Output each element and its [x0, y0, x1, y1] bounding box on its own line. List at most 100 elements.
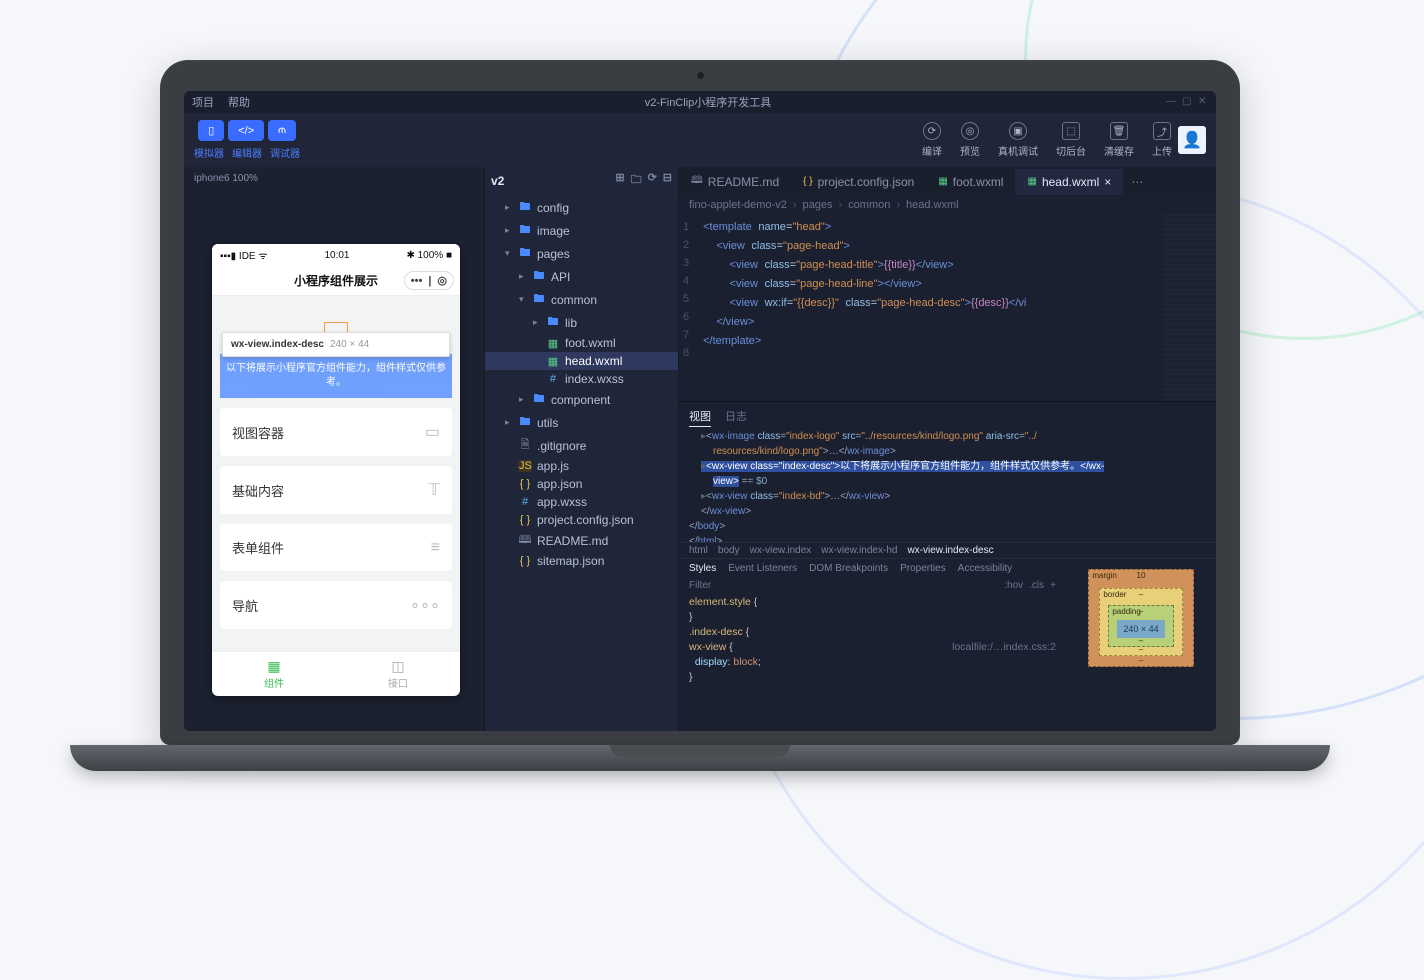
- phone-body[interactable]: wx-view.index-desc 240 × 44 以下将展示小程序官方组件…: [212, 296, 460, 651]
- tabbar-item[interactable]: ▦组件: [212, 652, 336, 696]
- maximize-icon[interactable]: ▢: [1182, 97, 1192, 107]
- breadcrumb-item[interactable]: fino-applet-demo-v2: [689, 199, 787, 211]
- css-rule[interactable]: .index-desc {</span><br>&nbsp;&nbsp;<spa…: [689, 625, 1056, 640]
- dom-line[interactable]: </html>: [689, 534, 1206, 542]
- menu-help[interactable]: 帮助: [228, 94, 250, 110]
- tab-close-icon[interactable]: ×: [1104, 175, 1111, 189]
- editor-tabs-more-icon[interactable]: ⋯: [1123, 175, 1151, 189]
- menu-project[interactable]: 项目: [192, 94, 214, 110]
- capsule-menu-icon[interactable]: •••: [411, 275, 423, 287]
- dom-crumb[interactable]: html: [689, 545, 708, 556]
- tree-file[interactable]: #index.wxss: [485, 370, 678, 388]
- tree-folder[interactable]: ▾🖿pages: [485, 242, 678, 265]
- tree-file[interactable]: 🕮README.md: [485, 529, 678, 552]
- close-icon[interactable]: ✕: [1198, 97, 1208, 107]
- list-item-label: 视图容器: [232, 423, 284, 442]
- minimap[interactable]: [1164, 214, 1216, 401]
- breadcrumb[interactable]: fino-applet-demo-v2›pages›common›head.wx…: [679, 196, 1216, 214]
- tree-folder[interactable]: ▸🖿API: [485, 265, 678, 288]
- new-folder-icon[interactable]: 🗀: [631, 171, 642, 190]
- simulator-panel: iphone6 100% ▪▪▪▮ IDE ᯤ 10:01 ✱ 100% ■ 小…: [184, 167, 484, 731]
- dom-line[interactable]: ▸<wx-view class="index-desc">以下将展示小程序官方组…: [689, 459, 1206, 474]
- toolbar-action-1[interactable]: ◎预览: [960, 122, 980, 158]
- editor-tab[interactable]: 🕮README.md: [679, 167, 791, 196]
- tree-folder[interactable]: ▸🖿utils: [485, 411, 678, 434]
- breadcrumb-item[interactable]: common: [848, 199, 890, 211]
- mode-simulator-button[interactable]: ▯: [198, 120, 224, 141]
- dom-line[interactable]: ▸<wx-view class="index-bd">…</wx-view>: [689, 489, 1206, 504]
- styles-tab[interactable]: DOM Breakpoints: [809, 563, 888, 574]
- dom-crumbs[interactable]: html body wx-view.index wx-view.index-hd wx-…: [679, 542, 1216, 558]
- new-file-icon[interactable]: ⊞: [615, 171, 624, 190]
- toolbar-action-icon: ⤴: [1153, 122, 1171, 140]
- tree-file[interactable]: #app.wxss: [485, 493, 678, 511]
- list-item[interactable]: 基础内容𝕋: [220, 466, 452, 514]
- devtools-tab-view[interactable]: 视图: [689, 406, 711, 427]
- refresh-icon[interactable]: ⟳: [648, 171, 657, 190]
- tree-file[interactable]: { }project.config.json: [485, 511, 678, 529]
- window-title: v2-FinClip小程序开发工具: [645, 94, 772, 110]
- dom-crumb[interactable]: wx-view.index: [750, 545, 812, 556]
- tree-file[interactable]: { }app.json: [485, 475, 678, 493]
- filter-opt[interactable]: :hov: [1004, 580, 1023, 591]
- tree-folder[interactable]: ▸🖿component: [485, 388, 678, 411]
- editor-tab[interactable]: ▦foot.wxml: [926, 169, 1015, 195]
- dom-line[interactable]: resources/kind/logo.png">…</wx-image>: [689, 444, 1206, 459]
- list-item[interactable]: 导航∘∘∘: [220, 581, 452, 629]
- collapse-icon[interactable]: ⊟: [663, 171, 672, 190]
- devtools-tab-log[interactable]: 日志: [725, 406, 747, 427]
- tree-folder[interactable]: ▸🖿config: [485, 196, 678, 219]
- filter-opt[interactable]: +: [1050, 580, 1056, 591]
- editor-tab[interactable]: { }project.config.json: [791, 169, 926, 195]
- tree-file[interactable]: ▦head.wxml: [485, 352, 678, 370]
- dom-line[interactable]: ▸<wx-image class="index-logo" src="../re…: [689, 429, 1206, 444]
- filter-opt[interactable]: .cls: [1029, 580, 1044, 591]
- simulator-phone[interactable]: ▪▪▪▮ IDE ᯤ 10:01 ✱ 100% ■ 小程序组件展示 ••• | …: [212, 244, 460, 696]
- list-item[interactable]: 表单组件≡: [220, 524, 452, 571]
- minimize-icon[interactable]: —: [1166, 97, 1176, 107]
- editor-tab[interactable]: ▦head.wxml×: [1015, 169, 1123, 195]
- styles-tab[interactable]: Event Listeners: [728, 563, 797, 574]
- dom-crumb[interactable]: wx-view.index-desc: [907, 545, 993, 556]
- tree-file[interactable]: JSapp.js: [485, 457, 678, 475]
- dom-tree[interactable]: ▸<wx-image class="index-logo" src="../re…: [679, 427, 1216, 542]
- code-editor[interactable]: <template name="head"> <view class="page…: [697, 214, 1164, 401]
- mode-editor-button[interactable]: </>: [228, 120, 264, 141]
- avatar[interactable]: 👤: [1178, 126, 1206, 154]
- tree-folder[interactable]: ▾🖿common: [485, 288, 678, 311]
- breadcrumb-item[interactable]: head.wxml: [906, 199, 959, 211]
- list-item-label: 导航: [232, 596, 258, 615]
- file-icon: #: [518, 496, 532, 508]
- dom-line[interactable]: view> == $0: [689, 474, 1206, 489]
- dom-line[interactable]: </body>: [689, 519, 1206, 534]
- dom-line[interactable]: </wx-view>: [689, 504, 1206, 519]
- styles-tab[interactable]: Properties: [900, 563, 946, 574]
- toolbar-action-0[interactable]: ⟳编译: [922, 122, 942, 158]
- styles-tab[interactable]: Accessibility: [958, 563, 1012, 574]
- dom-crumb[interactable]: body: [718, 545, 740, 556]
- file-tree[interactable]: ▸🖿config▸🖿image▾🖿pages▸🖿API▾🖿common▸🖿lib…: [485, 194, 678, 731]
- list-item-icon: 𝕋: [429, 480, 440, 500]
- breadcrumb-item[interactable]: pages: [803, 199, 833, 211]
- tree-file[interactable]: 🗎.gitignore: [485, 434, 678, 457]
- tree-root-label[interactable]: v2: [491, 174, 504, 188]
- tree-file[interactable]: { }sitemap.json: [485, 552, 678, 570]
- dom-crumb[interactable]: wx-view.index-hd: [821, 545, 897, 556]
- css-rule[interactable]: element.style {}: [689, 595, 1056, 625]
- css-rules[interactable]: element.style {}.index-desc {</span><br>…: [679, 593, 1066, 731]
- tree-file[interactable]: ▦foot.wxml: [485, 334, 678, 352]
- capsule-close-icon[interactable]: ◎: [437, 274, 447, 287]
- toolbar-action-label: 预览: [960, 143, 980, 158]
- tree-folder[interactable]: ▸🖿lib: [485, 311, 678, 334]
- css-rule[interactable]: wx-view {localfile:/…index.css:2 display…: [689, 640, 1056, 685]
- mode-debugger-button[interactable]: ⫙: [268, 120, 296, 141]
- list-item[interactable]: 视图容器▭: [220, 408, 452, 456]
- tree-folder[interactable]: ▸🖿image: [485, 219, 678, 242]
- styles-tab[interactable]: Styles: [689, 563, 716, 574]
- toolbar-action-2[interactable]: ▣真机调试: [998, 122, 1038, 158]
- toolbar-action-5[interactable]: ⤴上传: [1152, 122, 1172, 158]
- tabbar-item[interactable]: ◫接口: [336, 652, 460, 696]
- toolbar-action-4[interactable]: 🗑清缓存: [1104, 122, 1134, 158]
- toolbar-action-3[interactable]: ⬚切后台: [1056, 122, 1086, 158]
- filter-input[interactable]: Filter: [689, 580, 1004, 591]
